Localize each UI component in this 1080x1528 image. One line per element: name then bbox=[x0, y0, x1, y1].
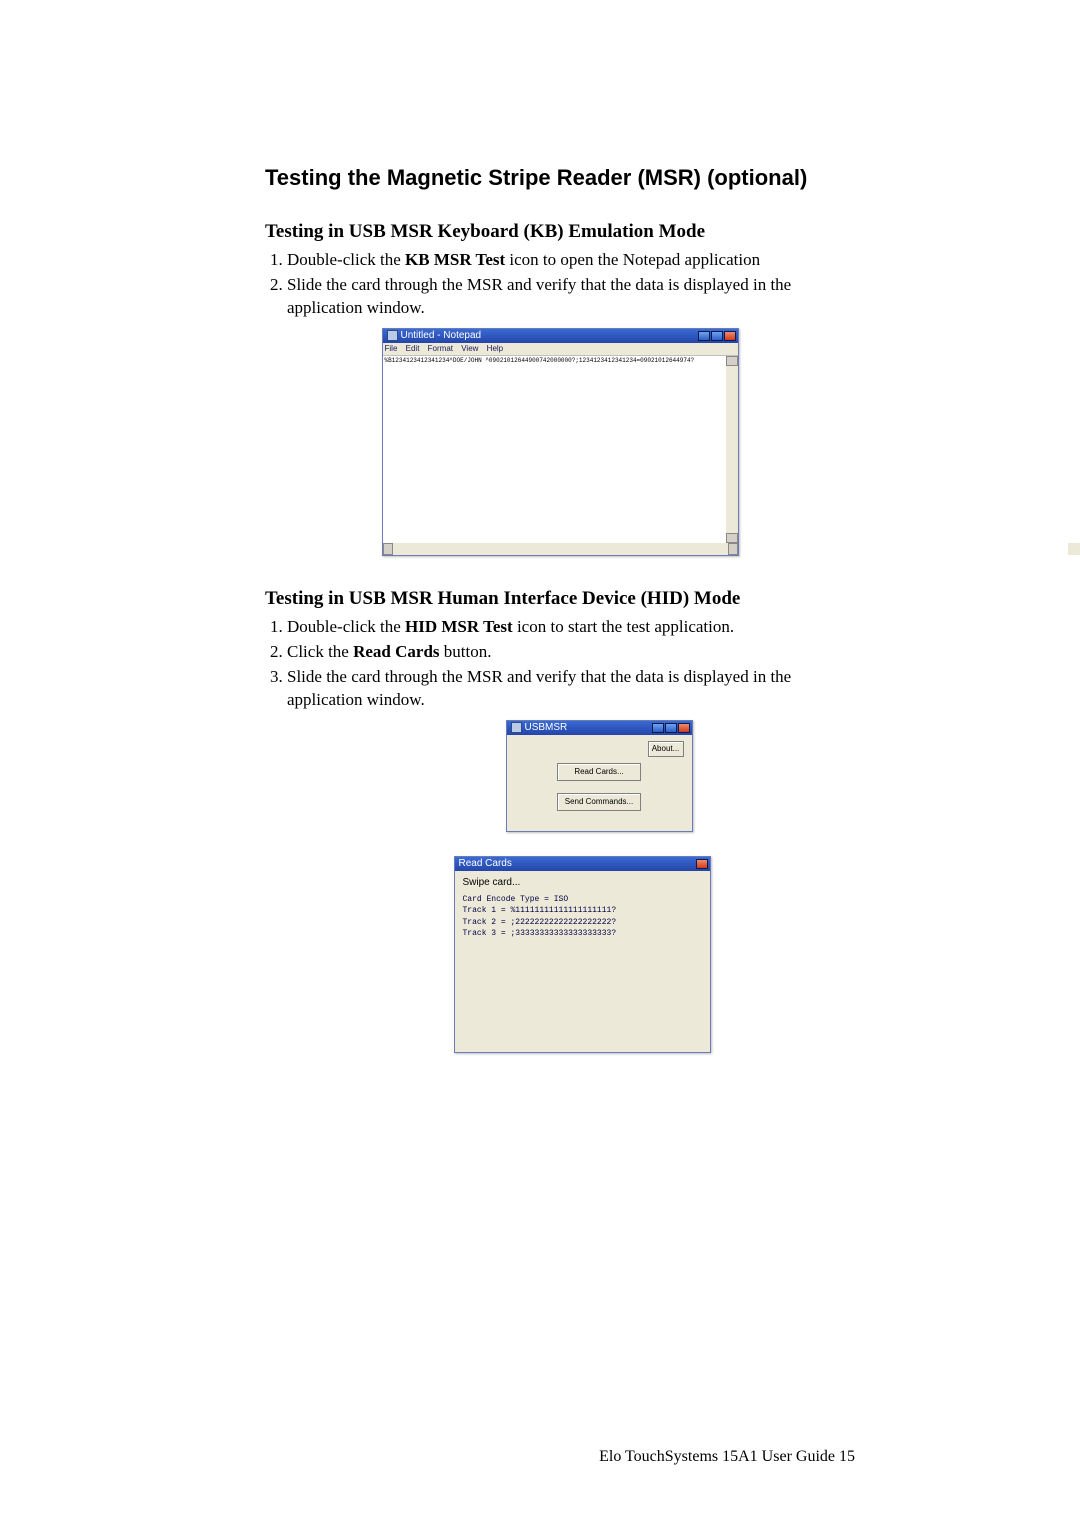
read-cards-window: Read Cards Swipe card... Card Encode Typ… bbox=[454, 856, 711, 1053]
subheading-kb: Testing in USB MSR Keyboard (KB) Emulati… bbox=[265, 221, 855, 243]
page-footer: Elo TouchSystems 15A1 User Guide 15 bbox=[265, 1448, 855, 1466]
subheading-hid: Testing in USB MSR Human Interface Devic… bbox=[265, 588, 855, 610]
maximize-button[interactable] bbox=[711, 331, 723, 341]
text: icon to start the test application. bbox=[513, 617, 734, 636]
scroll-down-icon[interactable] bbox=[726, 533, 738, 543]
about-button[interactable]: About... bbox=[648, 741, 684, 757]
horizontal-scrollbar[interactable] bbox=[383, 543, 738, 555]
text: icon to open the Notepad application bbox=[505, 250, 760, 269]
notepad-titlebar: Untitled - Notepad bbox=[383, 329, 738, 343]
text: Click the bbox=[287, 642, 353, 661]
close-button[interactable] bbox=[696, 859, 708, 869]
hid-step-1: Double-click the HID MSR Test icon to st… bbox=[287, 616, 855, 639]
read-cards-button[interactable]: Read Cards... bbox=[557, 763, 641, 781]
app-icon bbox=[511, 722, 522, 733]
maximize-button[interactable] bbox=[665, 723, 677, 733]
send-commands-button[interactable]: Send Commands... bbox=[557, 793, 641, 811]
scroll-up-icon[interactable] bbox=[726, 356, 738, 366]
menu-view[interactable]: View bbox=[461, 344, 478, 353]
scroll-left-icon[interactable] bbox=[383, 543, 393, 555]
text: button. bbox=[440, 642, 492, 661]
scroll-track[interactable] bbox=[393, 543, 728, 555]
notepad-title-text: Untitled - Notepad bbox=[401, 329, 482, 343]
read-cards-titlebar: Read Cards bbox=[455, 857, 710, 871]
text: Double-click the bbox=[287, 250, 405, 269]
notepad-icon bbox=[387, 330, 398, 341]
resize-grip[interactable] bbox=[1068, 543, 1080, 555]
page-title: Testing the Magnetic Stripe Reader (MSR)… bbox=[265, 165, 855, 191]
hid-steps: Double-click the HID MSR Test icon to st… bbox=[265, 616, 855, 712]
hid-step-2: Click the Read Cards button. bbox=[287, 641, 855, 664]
close-button[interactable] bbox=[678, 723, 690, 733]
menu-help[interactable]: Help bbox=[487, 344, 503, 353]
scroll-right-icon[interactable] bbox=[728, 543, 738, 555]
minimize-button[interactable] bbox=[652, 723, 664, 733]
kb-step-2: Slide the card through the MSR and verif… bbox=[287, 274, 855, 320]
menu-format[interactable]: Format bbox=[428, 344, 453, 353]
read-cards-output: Card Encode Type = ISO Track 1 = %111111… bbox=[463, 894, 702, 1044]
read-cards-label: Read Cards bbox=[353, 642, 439, 661]
hid-step-3: Slide the card through the MSR and verif… bbox=[287, 666, 855, 712]
notepad-window: Untitled - Notepad File Edit Format View… bbox=[382, 328, 739, 556]
notepad-menubar: File Edit Format View Help bbox=[383, 343, 738, 356]
hid-msr-test-label: HID MSR Test bbox=[405, 617, 513, 636]
notepad-textarea[interactable]: %B1234123412341234^DOE/JOHN ^09021012644… bbox=[383, 356, 726, 543]
menu-edit[interactable]: Edit bbox=[406, 344, 420, 353]
minimize-button[interactable] bbox=[698, 331, 710, 341]
text: Double-click the bbox=[287, 617, 405, 636]
kb-msr-test-label: KB MSR Test bbox=[405, 250, 505, 269]
kb-steps: Double-click the KB MSR Test icon to ope… bbox=[265, 249, 855, 320]
close-button[interactable] bbox=[724, 331, 736, 341]
usbmsr-window: USBMSR About... Read Cards... Send Comma… bbox=[506, 720, 693, 832]
vertical-scrollbar[interactable] bbox=[726, 356, 738, 543]
swipe-card-label: Swipe card... bbox=[463, 877, 702, 888]
menu-file[interactable]: File bbox=[385, 344, 398, 353]
usbmsr-title-text: USBMSR bbox=[525, 721, 568, 735]
usbmsr-titlebar: USBMSR bbox=[507, 721, 692, 735]
kb-step-1: Double-click the KB MSR Test icon to ope… bbox=[287, 249, 855, 272]
read-cards-title-text: Read Cards bbox=[459, 858, 512, 869]
